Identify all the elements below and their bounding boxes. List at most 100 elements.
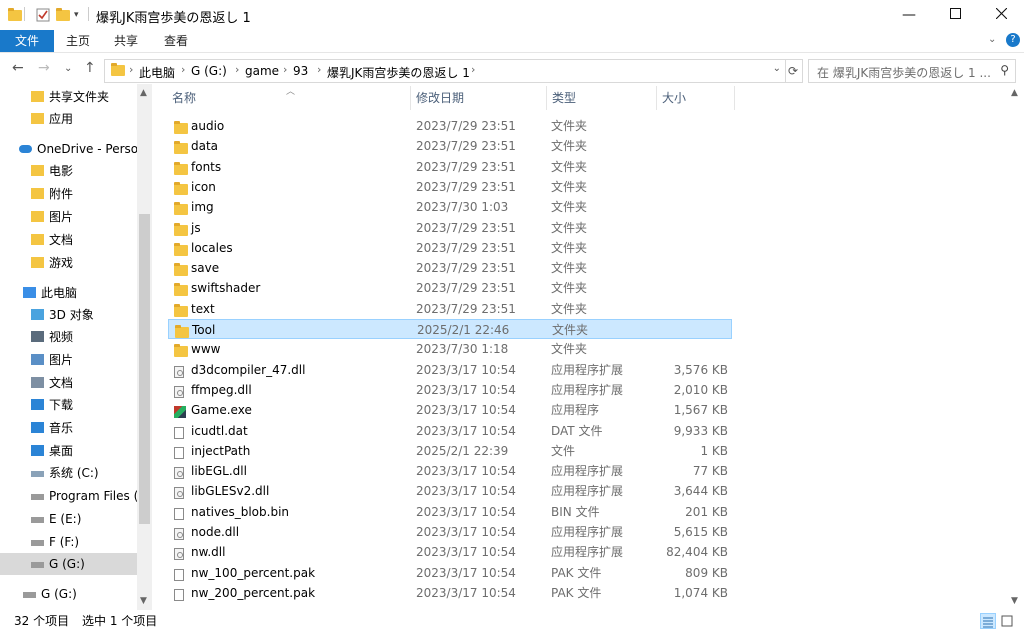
scroll-up-icon[interactable]: ▲ (1011, 88, 1018, 98)
selection-count: 选中 1 个项目 (82, 614, 158, 628)
scroll-up-icon[interactable]: ▲ (140, 88, 147, 98)
file-type: 文件夹 (551, 261, 588, 276)
nav-scroll-thumb[interactable] (139, 214, 150, 524)
file-row[interactable]: fonts 2023/7/29 23:51 文件夹 (168, 157, 732, 177)
breadcrumb-separator[interactable]: › (471, 63, 475, 76)
sidebar-item[interactable]: G (G:) (0, 583, 137, 605)
minimize-button[interactable]: — (886, 0, 932, 30)
column-size[interactable]: 大小 (662, 84, 686, 112)
refresh-icon[interactable]: ⟳ (784, 59, 803, 83)
scroll-down-icon[interactable]: ▼ (1011, 596, 1018, 606)
address-bar[interactable]: › 此电脑 › G (G:) › game › 93 › 爆乳JK雨宫歩美の恩返… (104, 59, 786, 83)
file-row[interactable]: ffmpeg.dll 2023/3/17 10:54 应用程序扩展 2,010 KB (168, 380, 732, 400)
file-row[interactable]: icon 2023/7/29 23:51 文件夹 (168, 177, 732, 197)
breadcrumb-game[interactable]: game (245, 64, 279, 78)
sidebar-item[interactable]: Program Files (D:) (0, 485, 152, 507)
forward-icon[interactable]: → (38, 60, 50, 76)
file-row[interactable]: audio 2023/7/29 23:51 文件夹 (168, 116, 732, 136)
file-row[interactable]: js 2023/7/29 23:51 文件夹 (168, 218, 732, 238)
breadcrumb-separator[interactable]: › (283, 63, 287, 76)
file-row[interactable]: text 2023/7/29 23:51 文件夹 (168, 299, 732, 319)
tab-share[interactable]: 共享 (100, 30, 152, 52)
breadcrumb-current[interactable]: 爆乳JK雨宫歩美の恩返し 1 (327, 64, 470, 81)
breadcrumb-drive[interactable]: G (G:) (191, 64, 227, 78)
sidebar-item[interactable]: 图片 (0, 349, 137, 371)
sidebar-item[interactable]: F (F:) (0, 531, 137, 553)
sidebar-item[interactable]: 下载 (0, 394, 137, 416)
search-input[interactable]: 在 爆乳JK雨宫歩美の恩返し 1 ... ⚲ (808, 59, 1016, 83)
large-icons-view-icon[interactable] (1000, 613, 1016, 629)
file-row[interactable]: locales 2023/7/29 23:51 文件夹 (168, 238, 732, 258)
file-row[interactable]: node.dll 2023/3/17 10:54 应用程序扩展 5,615 KB (168, 522, 732, 542)
close-button[interactable] (978, 0, 1024, 30)
breadcrumb-separator[interactable]: › (181, 63, 185, 76)
sidebar-item[interactable]: 视频 (0, 326, 137, 348)
sidebar-item[interactable]: OneDrive - Personal (0, 138, 152, 160)
nav-scrollbar[interactable]: ▲ ▼ (137, 84, 152, 610)
shared-folder-icon (31, 91, 44, 102)
recent-locations-icon[interactable]: ⌄ (64, 63, 72, 74)
tab-home[interactable]: 主页 (52, 30, 104, 52)
file-row[interactable]: libEGL.dll 2023/3/17 10:54 应用程序扩展 77 KB (168, 461, 732, 481)
file-row[interactable]: www 2023/7/30 1:18 文件夹 (168, 339, 732, 359)
sidebar-item[interactable]: 文档 (0, 229, 137, 251)
file-row[interactable]: d3dcompiler_47.dll 2023/3/17 10:54 应用程序扩展 3… (168, 360, 732, 380)
column-divider[interactable] (546, 86, 547, 110)
sidebar-item[interactable]: 音乐 (0, 417, 137, 439)
file-row[interactable]: nw.dll 2023/3/17 10:54 应用程序扩展 82,404 KB (168, 542, 732, 562)
file-row[interactable]: libGLESv2.dll 2023/3/17 10:54 应用程序扩展 3,644 … (168, 481, 732, 501)
back-icon[interactable]: ← (12, 60, 24, 76)
column-divider[interactable] (734, 86, 735, 110)
maximize-button[interactable] (932, 0, 978, 30)
tab-view[interactable]: 查看 (150, 30, 202, 52)
breadcrumb-93[interactable]: 93 (293, 64, 308, 78)
scroll-down-icon[interactable]: ▼ (140, 596, 147, 606)
file-row[interactable]: data 2023/7/29 23:51 文件夹 (168, 136, 732, 156)
properties-icon[interactable] (36, 7, 50, 23)
new-folder-icon[interactable] (56, 7, 70, 23)
sidebar-item[interactable]: 桌面 (0, 440, 137, 462)
sidebar-item[interactable]: 游戏 (0, 252, 137, 274)
file-row[interactable]: swiftshader 2023/7/29 23:51 文件夹 (168, 278, 732, 298)
file-row[interactable]: injectPath 2025/2/1 22:39 文件 1 KB (168, 441, 732, 461)
column-name[interactable]: 名称 (172, 84, 196, 112)
file-row[interactable]: nw_100_percent.pak 2023/3/17 10:54 PAK 文件 8… (168, 563, 732, 583)
sidebar-item[interactable]: 3D 对象 (0, 304, 137, 326)
breadcrumb-separator[interactable]: › (129, 63, 133, 76)
file-row[interactable]: nw_200_percent.pak 2023/3/17 10:54 PAK 文件 1… (168, 583, 732, 603)
customize-toolbar-icon[interactable]: ▾ (74, 7, 79, 23)
sidebar-item[interactable]: 此电脑 (0, 282, 137, 304)
drive-icon (31, 562, 44, 568)
sidebar-item[interactable]: 附件 (0, 183, 137, 205)
column-type[interactable]: 类型 (552, 84, 576, 112)
file-type: 应用程序扩展 (551, 545, 624, 560)
sidebar-item[interactable]: 电影 (0, 160, 137, 182)
column-divider[interactable] (656, 86, 657, 110)
expand-ribbon-icon[interactable]: ⌄ (988, 34, 996, 45)
file-row[interactable]: icudtl.dat 2023/3/17 10:54 DAT 文件 9,933 KB (168, 421, 732, 441)
sidebar-item[interactable]: 系统 (C:) (0, 462, 137, 484)
file-row[interactable]: natives_blob.bin 2023/3/17 10:54 BIN 文件 201… (168, 502, 732, 522)
breadcrumb-pc[interactable]: 此电脑 (139, 64, 175, 81)
sidebar-item[interactable]: G (G:) (0, 553, 137, 575)
sidebar-item[interactable]: E (E:) (0, 508, 137, 530)
tab-file[interactable]: 文件 (0, 30, 54, 52)
up-icon[interactable]: ↑ (84, 60, 96, 76)
address-dropdown-icon[interactable]: ⌄ (773, 63, 781, 74)
column-divider[interactable] (410, 86, 411, 110)
help-icon[interactable]: ? (1006, 33, 1020, 47)
sidebar-item[interactable]: 应用 (0, 108, 137, 130)
breadcrumb-separator[interactable]: › (317, 63, 321, 76)
details-view-icon[interactable] (980, 613, 996, 629)
file-row[interactable]: img 2023/7/30 1:03 文件夹 (168, 197, 732, 217)
file-list-scrollbar[interactable]: ▲ ▼ (1008, 84, 1024, 610)
file-row[interactable]: save 2023/7/29 23:51 文件夹 (168, 258, 732, 278)
file-row[interactable]: Game.exe 2023/3/17 10:54 应用程序 1,567 KB (168, 400, 732, 420)
column-date[interactable]: 修改日期 (416, 84, 464, 112)
breadcrumb-separator[interactable]: › (235, 63, 239, 76)
sidebar-item[interactable]: 文档 (0, 372, 137, 394)
file-row[interactable]: Tool 2025/2/1 22:46 文件夹 (168, 319, 732, 339)
sidebar-item[interactable]: 图片 (0, 206, 137, 228)
sidebar-item[interactable]: 共享文件夹 (0, 86, 137, 108)
file-type: 文件夹 (551, 281, 588, 296)
